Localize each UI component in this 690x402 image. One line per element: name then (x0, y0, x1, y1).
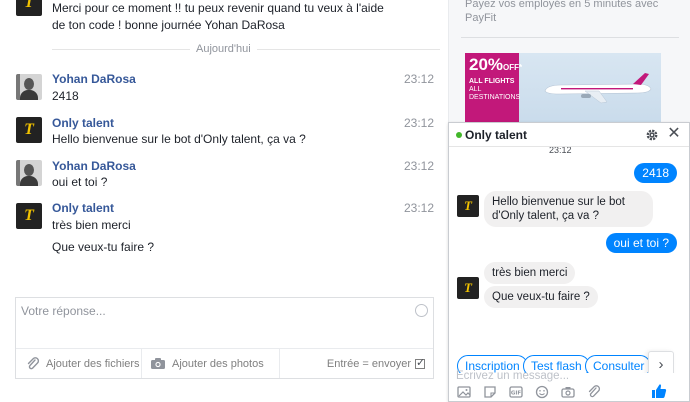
add-files-button[interactable]: Ajouter des fichiers (26, 349, 140, 378)
avatar-yohan[interactable] (16, 160, 42, 186)
message-text: 2418 (52, 89, 79, 103)
message-time: 23:12 (403, 159, 434, 173)
sender-name[interactable]: Only talent (52, 201, 114, 215)
enter-to-send-toggle[interactable]: Entrée = envoyer (327, 349, 425, 378)
message-text: Hello bienvenue sur le bot d'Only talent… (52, 132, 306, 146)
avatar-only-talent[interactable]: T (16, 0, 42, 16)
toolbar-divider (141, 349, 142, 378)
flight-ad-banner[interactable]: 20%OFF* ALL FLIGHTS ALL DESTINATIONS (465, 53, 661, 125)
emoji-icon[interactable] (415, 304, 428, 317)
payfit-ad-text[interactable]: Payez vos employés en 5 minutes avec Pay… (465, 0, 685, 25)
chat-header[interactable]: Only talent ✕ (449, 123, 689, 147)
incoming-message: très bien merci (484, 262, 576, 284)
enter-to-send-checkbox[interactable] (415, 356, 425, 369)
sticker-icon[interactable] (483, 385, 497, 399)
thumbs-up-icon[interactable] (651, 383, 667, 399)
emoji-icon[interactable] (535, 385, 549, 399)
ad-line1: ALL FLIGHTS (469, 78, 515, 85)
avatar-yohan[interactable] (16, 74, 42, 100)
incoming-message: Que veux-tu faire ? (484, 286, 598, 308)
toolbar-divider (279, 349, 280, 378)
message-time: 23:12 (403, 72, 434, 86)
ad-off: OFF* (503, 63, 523, 72)
message-time: 23:12 (403, 116, 434, 130)
avatar-only-talent[interactable]: T (457, 195, 479, 217)
outgoing-message: 2418 (634, 163, 677, 183)
sidebar-divider (461, 37, 679, 38)
chat-timestamp: 23:12 (549, 147, 572, 155)
reply-composer: Ajouter des fichiers Ajouter des photos … (15, 297, 434, 379)
gear-icon[interactable] (645, 128, 659, 142)
photo-icon[interactable] (457, 385, 471, 399)
incoming-message: Hello bienvenue sur le bot d'Only talent… (484, 191, 653, 227)
gif-icon[interactable]: GIF (509, 385, 523, 399)
sender-name[interactable]: Yohan DaRosa (52, 159, 136, 173)
messenger-page: T Merci pour ce moment !! tu peux reveni… (0, 0, 690, 402)
outgoing-message: oui et toi ? (605, 233, 677, 253)
add-files-label: Ajouter des fichiers (46, 357, 140, 370)
message-text: oui et toi ? (52, 175, 108, 189)
ad-promo-panel: 20%OFF* ALL FLIGHTS ALL DESTINATIONS (465, 53, 523, 125)
add-photos-label: Ajouter des photos (172, 357, 264, 370)
online-status-dot (456, 132, 462, 138)
message-text: très bien merci (52, 218, 131, 232)
message-time: 23:12 (403, 201, 434, 215)
sender-name[interactable]: Yohan DaRosa (52, 72, 136, 86)
paperclip-icon[interactable] (587, 385, 601, 399)
add-photos-button[interactable]: Ajouter des photos (150, 349, 264, 378)
chat-messages: 23:12 2418 T Hello bienvenue sur le bot … (449, 147, 689, 373)
message-text: Que veux-tu faire ? (52, 240, 155, 254)
conversation-thread: T Merci pour ce moment !! tu peux reveni… (0, 0, 448, 402)
close-icon[interactable]: ✕ (667, 126, 681, 142)
avatar-only-talent[interactable]: T (16, 203, 42, 229)
chat-title[interactable]: Only talent (465, 128, 527, 142)
chat-toolbar: GIF (449, 383, 689, 401)
sender-name[interactable]: Only talent (52, 116, 114, 130)
camera-icon (151, 358, 165, 369)
ad-line2: ALL DESTINATIONS (469, 86, 521, 101)
day-divider-label: Aujourd'hui (190, 43, 257, 55)
enter-to-send-label: Entrée = envoyer (326, 357, 411, 370)
avatar-only-talent[interactable]: T (16, 117, 42, 143)
svg-text:GIF: GIF (511, 391, 522, 397)
paperclip-icon (27, 356, 40, 369)
airplane-icon (544, 73, 652, 104)
previous-message: Merci pour ce moment !! tu peux revenir … (52, 1, 384, 32)
reply-input[interactable] (16, 298, 433, 348)
camera-icon[interactable] (561, 385, 575, 399)
chat-window: Only talent ✕ 23:12 2418 T Hello bienven… (448, 122, 690, 402)
composer-toolbar: Ajouter des fichiers Ajouter des photos … (16, 348, 433, 378)
avatar-only-talent[interactable]: T (457, 277, 479, 299)
ad-percent: 20% (469, 55, 504, 74)
